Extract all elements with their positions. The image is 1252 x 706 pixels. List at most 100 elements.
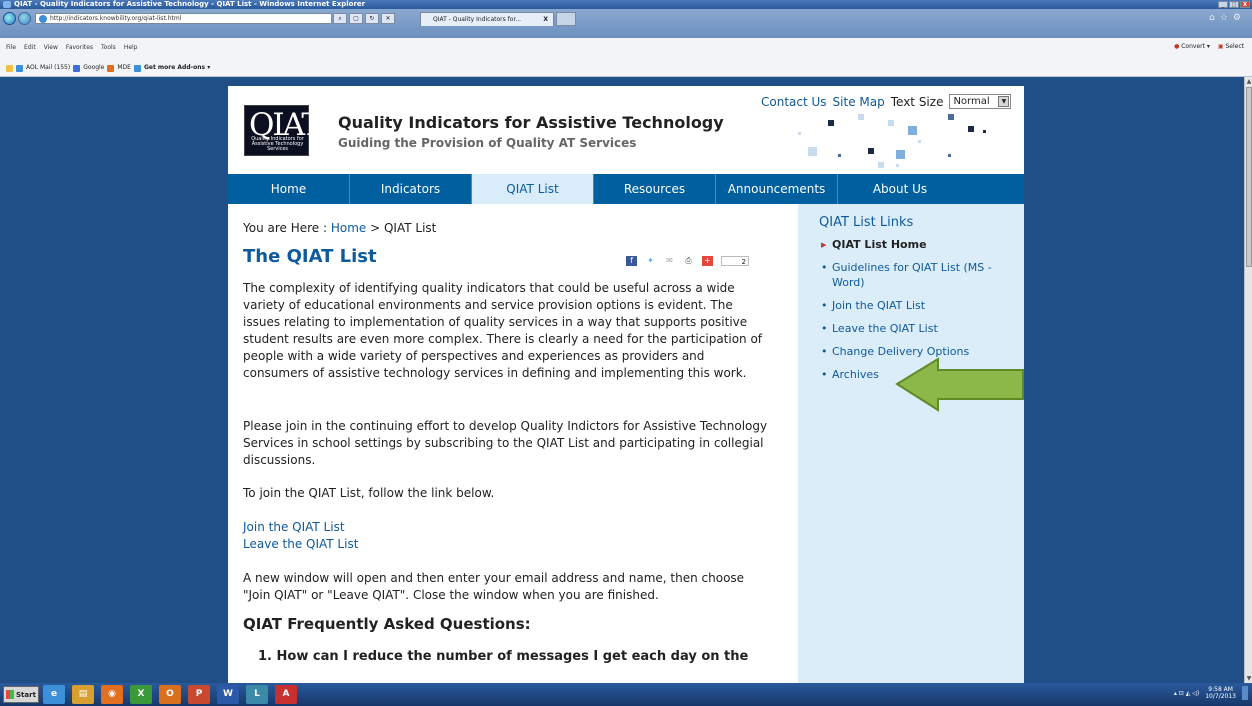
vertical-scrollbar[interactable]: ▲ ▼	[1244, 77, 1252, 683]
back-button[interactable]	[3, 12, 16, 25]
tab-close-button[interactable]: X	[543, 13, 548, 26]
taskbar-apps: e ▤ ◉ X O P W L A	[43, 685, 297, 704]
address-text: http://indicators.knowbility.org/qiat-li…	[50, 15, 182, 22]
window-title: QIAT - Quality Indicators for Assistive …	[14, 0, 366, 8]
decorative-squares	[768, 112, 1008, 168]
sidebar: QIAT List Links QIAT List Home Guideline…	[798, 204, 1024, 683]
google-icon	[73, 64, 81, 72]
breadcrumb-separator: >	[366, 221, 384, 235]
fav-aol-mail[interactable]: AOL Mail (155)	[26, 64, 70, 72]
folder-taskbar-icon[interactable]: ▤	[72, 685, 94, 704]
breadcrumb-home-link[interactable]: Home	[331, 221, 366, 235]
minimize-button[interactable]: _	[1218, 1, 1228, 8]
menu-file[interactable]: File	[6, 44, 16, 52]
menu-view[interactable]: View	[44, 44, 58, 52]
email-share-icon[interactable]: ✉	[664, 256, 675, 266]
fav-google[interactable]: Google	[83, 64, 104, 72]
nav-resources[interactable]: Resources	[594, 174, 716, 204]
share-bar: f ✦ ✉ ⎙ + 2	[626, 256, 749, 266]
start-button[interactable]: Start	[3, 686, 39, 703]
facebook-share-icon[interactable]: f	[626, 256, 637, 266]
text-size-select[interactable]: Normal ▼	[949, 94, 1012, 109]
site-map-link[interactable]: Site Map	[833, 95, 885, 109]
select-button[interactable]: ▣ Select	[1218, 43, 1244, 51]
nav-qiat-list[interactable]: QIAT List	[472, 174, 594, 204]
tab-label: QIAT - Quality Indicators for...	[433, 16, 522, 23]
nav-about-us[interactable]: About Us	[838, 174, 962, 204]
browser-tab[interactable]: QIAT - Quality Indicators for... X	[420, 12, 554, 26]
nav-announcements[interactable]: Announcements	[716, 174, 838, 204]
favorites-star-icon[interactable]: ☆	[1220, 13, 1233, 23]
main-nav: Home Indicators QIAT List Resources Anno…	[228, 174, 1024, 204]
browser-toolbar: http://indicators.knowbility.org/qiat-li…	[0, 9, 1252, 38]
sidebar-item-qiat-list-home[interactable]: QIAT List Home	[820, 237, 1020, 252]
menu-help[interactable]: Help	[124, 44, 138, 52]
select-icon: ▣	[1217, 43, 1224, 50]
compat-view-icon[interactable]: ▢	[349, 13, 363, 24]
utility-links: Contact Us Site Map Text Size Normal ▼	[761, 94, 1012, 109]
convert-button[interactable]: ● Convert ▾	[1174, 43, 1210, 51]
nav-indicators[interactable]: Indicators	[350, 174, 472, 204]
lync-taskbar-icon[interactable]: L	[246, 685, 268, 704]
menu-favorites[interactable]: Favorites	[66, 44, 93, 52]
acrobat-taskbar-icon[interactable]: A	[275, 685, 297, 704]
windows-flag-icon	[6, 690, 14, 699]
scroll-up-icon[interactable]: ▲	[1246, 78, 1252, 85]
scroll-down-icon[interactable]: ▼	[1246, 675, 1252, 682]
menu-tools[interactable]: Tools	[101, 44, 116, 52]
tray-icons[interactable]: ▴ ⊡ ◭ ◁)	[1174, 690, 1199, 697]
menu-edit[interactable]: Edit	[24, 44, 36, 52]
ie-taskbar-icon[interactable]: e	[43, 685, 65, 704]
contact-us-link[interactable]: Contact Us	[761, 95, 827, 109]
main-content: You are Here : Home > QIAT List The QIAT…	[243, 204, 798, 683]
home-icon[interactable]: ⌂	[1209, 13, 1220, 23]
address-bar[interactable]: http://indicators.knowbility.org/qiat-li…	[35, 13, 332, 24]
mde-icon	[107, 64, 115, 72]
new-tab-button[interactable]	[556, 12, 576, 26]
outlook-taskbar-icon[interactable]: O	[159, 685, 181, 704]
clock-time: 9:58 AM	[1208, 686, 1233, 693]
breadcrumb-prefix: You are Here :	[243, 221, 331, 235]
search-icon[interactable]: ⌕	[333, 13, 347, 24]
aol-icon	[16, 64, 23, 72]
refresh-icon[interactable]: ↻	[365, 13, 379, 24]
show-desktop-button[interactable]	[1242, 686, 1248, 700]
word-taskbar-icon[interactable]: W	[217, 685, 239, 704]
scroll-thumb[interactable]	[1246, 87, 1252, 267]
fav-mde[interactable]: MDE	[117, 64, 131, 72]
join-effort-paragraph: Please join in the continuing effort to …	[243, 419, 768, 467]
leave-qiat-list-link[interactable]: Leave the QIAT List	[243, 536, 358, 553]
follow-link-paragraph: To join the QIAT List, follow the link b…	[243, 486, 495, 500]
media-player-taskbar-icon[interactable]: ◉	[101, 685, 123, 704]
faq-heading: QIAT Frequently Asked Questions:	[243, 615, 531, 633]
taskbar: Start e ▤ ◉ X O P W L A ▴ ⊡ ◭ ◁) 9:58 AM…	[0, 683, 1252, 706]
chevron-down-icon: ▼	[998, 96, 1010, 107]
favorites-star-icon[interactable]	[6, 64, 13, 72]
site-subtitle: Guiding the Provision of Quality AT Serv…	[338, 136, 637, 150]
excel-taskbar-icon[interactable]: X	[130, 685, 152, 704]
forward-button[interactable]	[18, 12, 31, 25]
nav-home[interactable]: Home	[228, 174, 350, 204]
close-window-button[interactable]: X	[1240, 1, 1250, 8]
sidebar-item-leave[interactable]: Leave the QIAT List	[820, 321, 1020, 336]
qiat-logo[interactable]: QIAT Quality Indicators for Assistive Te…	[244, 105, 322, 156]
settings-gear-icon[interactable]: ⚙	[1233, 13, 1246, 23]
text-size-value: Normal	[953, 96, 990, 107]
logo-caption: Quality Indicators for Assistive Technol…	[251, 136, 304, 152]
site-title: Quality Indicators for Assistive Technol…	[338, 113, 724, 132]
breadcrumb: You are Here : Home > QIAT List	[243, 220, 436, 237]
addon-toolbar: ● Convert ▾ ▣ Select	[1174, 43, 1244, 51]
print-icon[interactable]: ⎙	[683, 256, 694, 266]
powerpoint-taskbar-icon[interactable]: P	[188, 685, 210, 704]
fav-get-addons[interactable]: Get more Add-ons ▾	[144, 64, 210, 72]
system-tray: ▴ ⊡ ◭ ◁) 9:58 AM 10/7/2013	[1174, 686, 1248, 700]
addthis-plus-icon[interactable]: +	[702, 256, 713, 266]
sidebar-item-guidelines[interactable]: Guidelines for QIAT List (MS - Word)	[820, 260, 1020, 290]
clock[interactable]: 9:58 AM 10/7/2013	[1205, 686, 1236, 700]
join-qiat-list-link[interactable]: Join the QIAT List	[243, 519, 358, 536]
maximize-button[interactable]: □	[1229, 1, 1239, 8]
twitter-share-icon[interactable]: ✦	[645, 256, 656, 266]
faq-question-1[interactable]: 1. How can I reduce the number of messag…	[258, 648, 748, 665]
stop-icon[interactable]: ✕	[381, 13, 395, 24]
sidebar-item-join[interactable]: Join the QIAT List	[820, 298, 1020, 313]
